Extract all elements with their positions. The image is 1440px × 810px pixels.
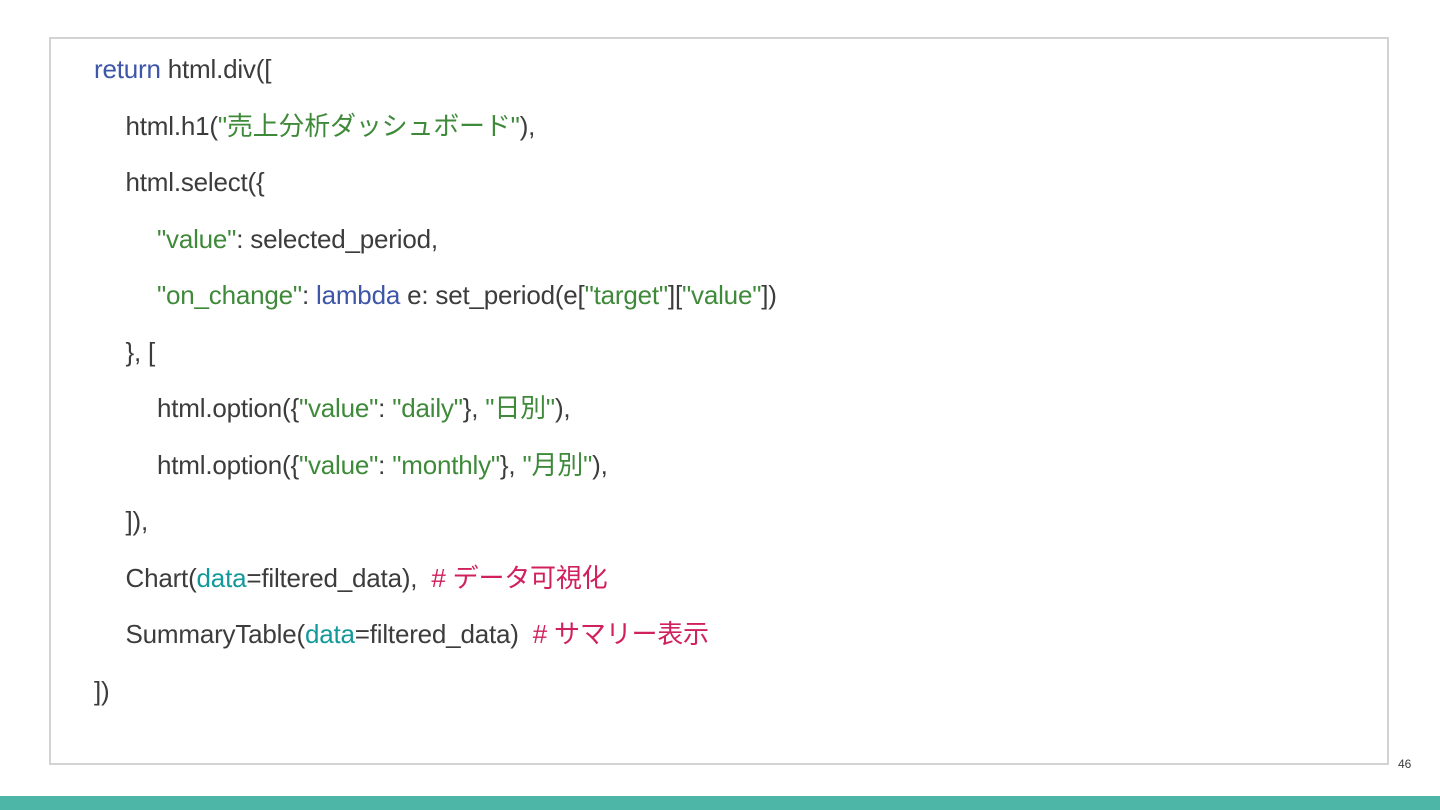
code-text: e: set_period(e[ [400,280,585,310]
code-line: html.option({"value": "monthly"}, "月別"), [157,445,608,485]
code-keyword: return [94,54,161,84]
code-text: ), [554,393,571,423]
code-string: "value" [298,393,379,423]
code-text: ]) [94,675,110,706]
code-line: html.option({"value": "daily"}, "日別"), [157,388,571,428]
code-line: "value": selected_period, [157,219,438,259]
code-text: ]), [125,506,149,536]
code-string: "売上分析ダッシュボード" [217,110,520,141]
code-line: "on_change": lambda e: set_period(e["tar… [157,275,777,315]
code-comment: # データ可視化 [431,562,608,593]
code-text: : selected_period, [236,223,438,254]
code-text: : [378,393,393,423]
code-line: return html.div([ [94,49,271,89]
code-text: ][ [667,280,683,310]
code-keyword: lambda [316,280,401,310]
code-parameter: data [304,619,355,649]
code-text: }, [ [125,336,156,367]
code-text: ]) [761,280,777,310]
code-text: }, [499,449,523,480]
code-line: }, [ [126,332,156,372]
code-text: html.h1( [125,110,219,141]
code-string: "target" [584,280,669,310]
code-string: "value" [298,449,379,480]
code-string: "monthly" [392,449,500,480]
code-line: html.select({ [126,162,265,202]
code-string: "on_change" [157,280,302,310]
code-text: html.select({ [125,167,265,197]
code-string: "value" [682,280,762,310]
code-comment: # サマリー表示 [532,619,709,649]
code-line: ]), [126,501,149,541]
code-text: SummaryTable( [125,619,306,649]
code-text: ), [519,110,536,141]
code-line: ]) [94,671,110,711]
code-text: =filtered_data), [246,562,432,593]
code-text: html.option({ [157,393,299,423]
code-string: "value" [157,223,237,254]
code-text: =filtered_data) [354,619,533,649]
code-text: : [301,280,317,310]
code-text: }, [462,393,486,423]
code-text: ), [592,449,608,480]
code-string: "日別" [485,393,555,423]
code-line: SummaryTable(data=filtered_data) # サマリー表… [125,614,710,654]
code-string: "月別" [522,449,593,480]
code-line: html.h1("売上分析ダッシュボード"), [126,106,536,146]
code-text: Chart( [125,562,197,593]
code-text: html.option({ [157,449,299,480]
code-string: "daily" [392,393,463,423]
bottom-accent-bar [0,796,1440,810]
code-text: html.div([ [160,54,272,84]
page-number: 46 [1398,757,1412,771]
code-line: Chart(data=filtered_data), # データ可視化 [126,558,608,598]
code-parameter: data [196,562,247,593]
code-block: return html.div([ html.h1("売上分析ダッシュボード"),… [49,37,1389,765]
code-text: : [378,449,393,480]
